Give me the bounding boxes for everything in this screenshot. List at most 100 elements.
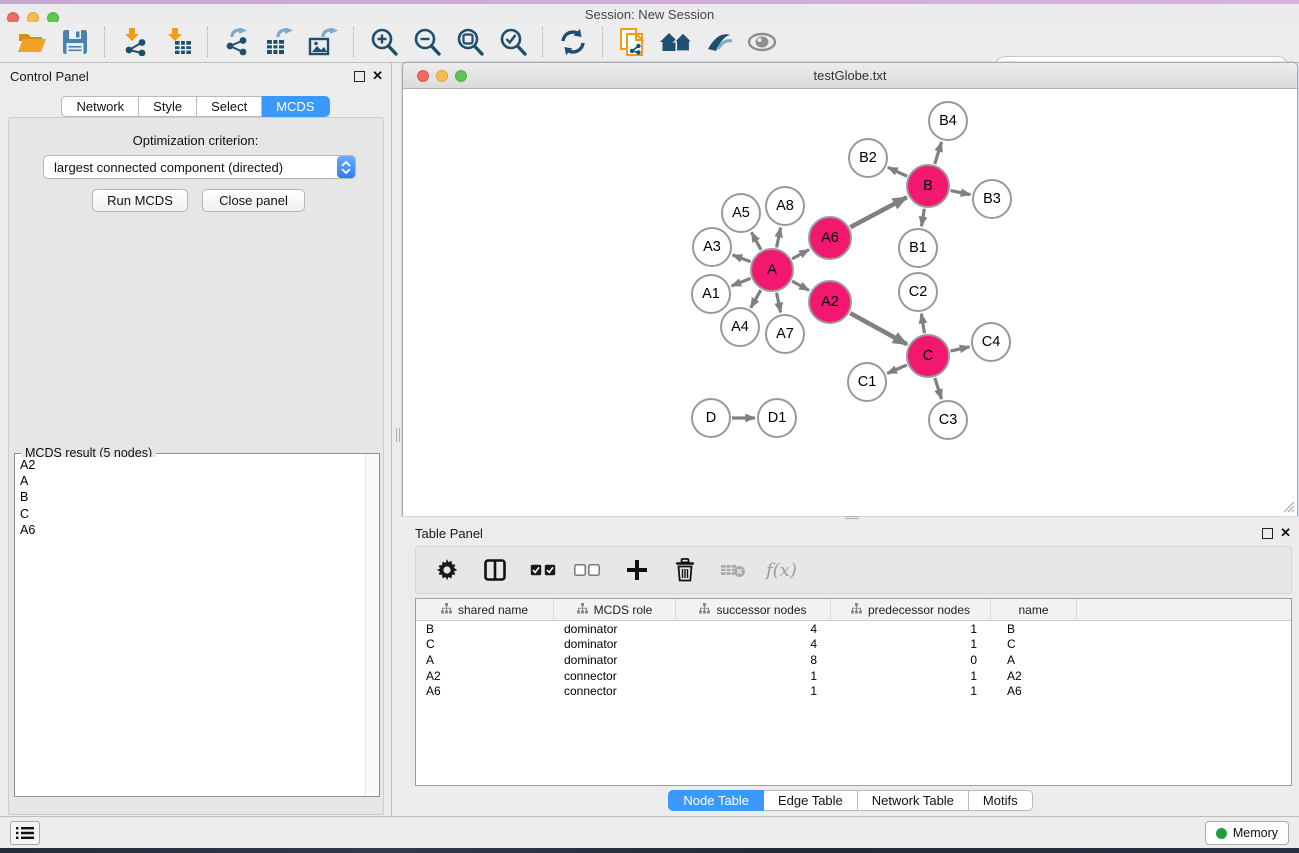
table-row-b[interactable]: Bdominator41B — [416, 621, 1291, 637]
home-view-icon[interactable] — [654, 24, 697, 60]
zoom-selected-icon[interactable] — [491, 24, 534, 60]
task-history-button[interactable] — [10, 821, 40, 845]
tab-style[interactable]: Style — [139, 96, 197, 117]
result-list-scrollbar[interactable] — [365, 454, 379, 796]
clone-network-icon[interactable] — [611, 24, 654, 60]
graph-edge-B-B4[interactable] — [935, 142, 942, 164]
export-image-icon[interactable] — [302, 24, 345, 60]
show-graphics-icon[interactable] — [740, 24, 783, 60]
column-view-icon[interactable] — [482, 559, 508, 581]
graph-node-a2[interactable]: A2 — [808, 280, 852, 324]
graph-node-c4[interactable]: C4 — [971, 322, 1011, 362]
column-header-shared-name[interactable]: shared name — [416, 599, 554, 620]
float-panel-icon[interactable] — [1262, 528, 1273, 539]
vertical-splitter-handle[interactable] — [396, 428, 400, 442]
deselect-all-columns-icon[interactable] — [574, 564, 600, 576]
graph-edge-C-C3[interactable] — [935, 378, 942, 399]
result-item-c[interactable]: C — [20, 506, 364, 522]
graph-edge-A-A5[interactable] — [752, 232, 762, 249]
function-builder-icon[interactable]: f(x) — [766, 560, 797, 581]
column-header-name[interactable]: name — [991, 599, 1077, 620]
result-item-a2[interactable]: A2 — [20, 457, 364, 473]
graph-node-a3[interactable]: A3 — [692, 227, 732, 267]
memory-button[interactable]: Memory — [1205, 821, 1289, 845]
graph-node-b3[interactable]: B3 — [972, 179, 1012, 219]
horizontal-splitter-handle[interactable] — [845, 516, 859, 519]
graph-node-b[interactable]: B — [906, 164, 950, 208]
graph-node-a7[interactable]: A7 — [765, 314, 805, 354]
graph-node-c[interactable]: C — [906, 334, 950, 378]
column-header-mcds-role[interactable]: MCDS role — [554, 599, 676, 620]
column-header-predecessor-nodes[interactable]: predecessor nodes — [831, 599, 991, 620]
graph-node-a6[interactable]: A6 — [808, 216, 852, 260]
graph-edge-C-C2[interactable] — [921, 314, 924, 334]
graph-edge-B-B2[interactable] — [888, 167, 907, 176]
table-row-a[interactable]: Adominator80A — [416, 652, 1291, 668]
graph-edge-C-C1[interactable] — [887, 365, 907, 373]
result-item-b[interactable]: B — [20, 489, 364, 505]
graph-node-a[interactable]: A — [750, 248, 794, 292]
graph-edge-A2-C[interactable] — [850, 313, 907, 344]
result-item-a6[interactable]: A6 — [20, 522, 364, 538]
tab-network[interactable]: Network — [61, 96, 139, 117]
tab-edge-table[interactable]: Edge Table — [764, 790, 858, 811]
select-all-columns-icon[interactable] — [530, 564, 556, 576]
table-row-a2[interactable]: A2connector11A2 — [416, 668, 1291, 684]
graph-edge-C-C4[interactable] — [950, 347, 969, 351]
graph-edge-A-A6[interactable] — [792, 250, 809, 259]
graph-node-b1[interactable]: B1 — [898, 228, 938, 268]
graph-node-d1[interactable]: D1 — [757, 398, 797, 438]
export-network-icon[interactable] — [216, 24, 259, 60]
optimization-criterion-dropdown[interactable]: largest connected component (directed) — [43, 155, 356, 179]
graph-node-a4[interactable]: A4 — [720, 307, 760, 347]
graph-edge-B-B3[interactable] — [951, 191, 971, 195]
graph-node-b2[interactable]: B2 — [848, 138, 888, 178]
graph-edge-A-A8[interactable] — [777, 228, 781, 248]
tab-motifs[interactable]: Motifs — [969, 790, 1033, 811]
add-column-icon[interactable] — [624, 560, 650, 580]
column-header-successor-nodes[interactable]: successor nodes — [676, 599, 831, 620]
tab-select[interactable]: Select — [197, 96, 262, 117]
graph-node-c3[interactable]: C3 — [928, 400, 968, 440]
zoom-in-icon[interactable] — [362, 24, 405, 60]
zoom-fit-icon[interactable] — [448, 24, 491, 60]
run-mcds-button[interactable]: Run MCDS — [92, 189, 188, 212]
result-item-a[interactable]: A — [20, 473, 364, 489]
close-panel-icon[interactable]: ✕ — [372, 69, 383, 83]
graph-node-b4[interactable]: B4 — [928, 101, 968, 141]
graph-node-a1[interactable]: A1 — [691, 274, 731, 314]
tab-network-table[interactable]: Network Table — [858, 790, 969, 811]
graph-edge-A-A4[interactable] — [751, 290, 761, 308]
graph-edge-A-A3[interactable] — [733, 255, 751, 262]
refresh-layout-icon[interactable] — [551, 24, 594, 60]
import-network-icon[interactable] — [113, 24, 156, 60]
window-resize-grip[interactable] — [1282, 500, 1295, 513]
table-row-a6[interactable]: A6connector11A6 — [416, 683, 1291, 699]
graph-edge-B-B1[interactable] — [922, 209, 925, 227]
open-session-icon[interactable] — [10, 24, 53, 60]
table-row-c[interactable]: Cdominator41C — [416, 637, 1291, 653]
graph-node-a8[interactable]: A8 — [765, 186, 805, 226]
graph-node-c2[interactable]: C2 — [898, 272, 938, 312]
network-canvas[interactable]: B4B2BB3A8A5A6A3B1AC2A1A2A4A7C4CC1DD1C3 — [403, 89, 1297, 516]
graph-edge-A6-B[interactable] — [850, 197, 906, 227]
delete-column-trash-icon[interactable] — [672, 558, 698, 582]
graph-node-a5[interactable]: A5 — [721, 193, 761, 233]
graph-node-c1[interactable]: C1 — [847, 362, 887, 402]
zoom-out-icon[interactable] — [405, 24, 448, 60]
close-panel-icon[interactable]: ✕ — [1280, 526, 1291, 540]
graph-edge-A-A1[interactable] — [731, 278, 750, 286]
graph-edge-A-A2[interactable] — [792, 281, 809, 290]
network-window-titlebar[interactable]: testGlobe.txt — [403, 63, 1297, 89]
delete-table-icon[interactable] — [720, 562, 746, 578]
table-settings-gear-icon[interactable] — [434, 559, 460, 581]
save-session-icon[interactable] — [53, 24, 96, 60]
graph-edge-A-A7[interactable] — [777, 293, 781, 313]
close-panel-button[interactable]: Close panel — [202, 189, 305, 212]
float-panel-icon[interactable] — [354, 71, 365, 82]
export-table-icon[interactable] — [259, 24, 302, 60]
tab-mcds[interactable]: MCDS — [262, 96, 329, 117]
import-table-icon[interactable] — [156, 24, 199, 60]
hide-graphics-icon[interactable] — [697, 24, 740, 60]
tab-node-table[interactable]: Node Table — [668, 790, 764, 811]
